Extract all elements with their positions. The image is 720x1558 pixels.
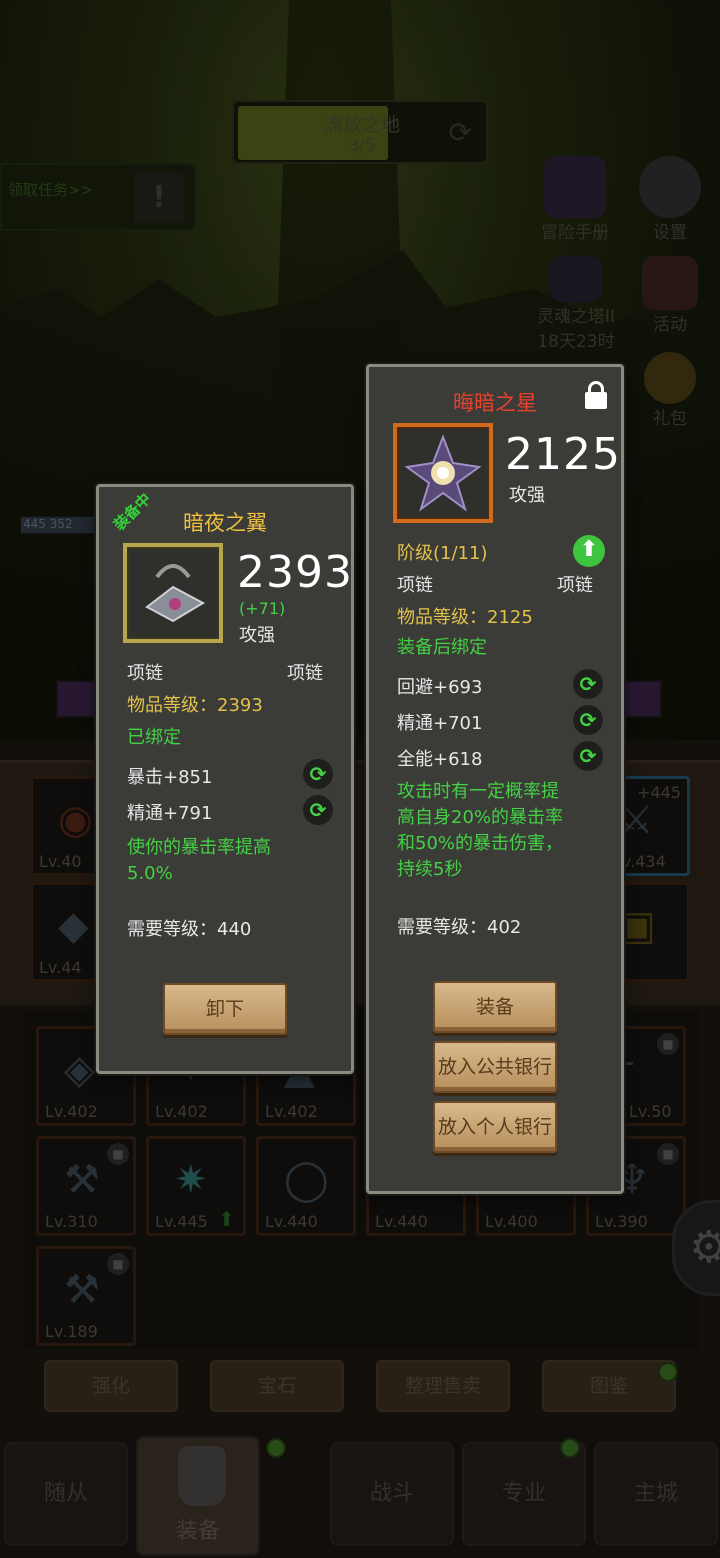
stat-line: 全能+618 [397, 749, 483, 770]
item-name: 晦暗之星 [453, 391, 537, 415]
lock-icon[interactable] [585, 381, 607, 409]
stat-line: 精通+791 [127, 803, 213, 824]
item-score: 2125 [505, 429, 621, 480]
item-effect: 攻击时有一定概率提高自身20%的暴击率和50%的暴击伤害，持续5秒 [397, 781, 564, 880]
item-icon-box [393, 423, 493, 523]
stat-line: 回避+693 [397, 677, 483, 698]
stat-line: 精通+701 [397, 713, 483, 734]
star-amulet-icon [404, 434, 482, 512]
equip-button[interactable]: 装备 [433, 981, 557, 1033]
item-level: 物品等级：2393 [127, 695, 263, 716]
reroll-icon[interactable]: ⟳ [573, 741, 603, 771]
slot-type-right: 项链 [287, 663, 323, 684]
item-effect: 使你的暴击率提高5.0% [127, 837, 271, 884]
slot-type-left: 项链 [127, 663, 163, 684]
item-score: 2393 [237, 547, 353, 598]
reroll-icon[interactable]: ⟳ [303, 759, 333, 789]
stat-line: 暴击+851 [127, 767, 213, 788]
necklace-icon [145, 564, 206, 623]
bind-status: 已绑定 [127, 727, 181, 748]
unequip-button[interactable]: 卸下 [163, 983, 287, 1035]
item-icon-box [123, 543, 223, 643]
score-stat-label: 攻强 [239, 625, 275, 646]
slot-type-left: 项链 [397, 575, 433, 596]
score-stat-label: 攻强 [509, 485, 545, 506]
required-level: 需要等级：402 [397, 917, 522, 938]
reroll-icon[interactable]: ⟳ [573, 705, 603, 735]
compare-item-panel: 晦暗之星 2125 攻强 阶级(1/11) ⬆ 项链 项链 物品等级：2125 … [366, 364, 624, 1194]
bind-status: 装备后绑定 [397, 637, 487, 658]
slot-type-right: 项链 [557, 575, 593, 596]
reroll-icon[interactable]: ⟳ [573, 669, 603, 699]
upgrade-arrow-icon[interactable]: ⬆ [573, 535, 605, 567]
personal-bank-button[interactable]: 放入个人银行 [433, 1101, 557, 1153]
item-level: 物品等级：2125 [397, 607, 533, 628]
required-level: 需要等级：440 [127, 919, 252, 940]
equipped-item-panel: 装备中 暗夜之翼 2393 (+71) 攻强 项链 项链 物品等级：2393 已… [96, 484, 354, 1074]
item-tier: 阶级(1/11) [397, 543, 488, 564]
public-bank-button[interactable]: 放入公共银行 [433, 1041, 557, 1093]
score-diff: (+71) [239, 599, 286, 618]
item-name: 暗夜之翼 [183, 511, 267, 535]
reroll-icon[interactable]: ⟳ [303, 795, 333, 825]
